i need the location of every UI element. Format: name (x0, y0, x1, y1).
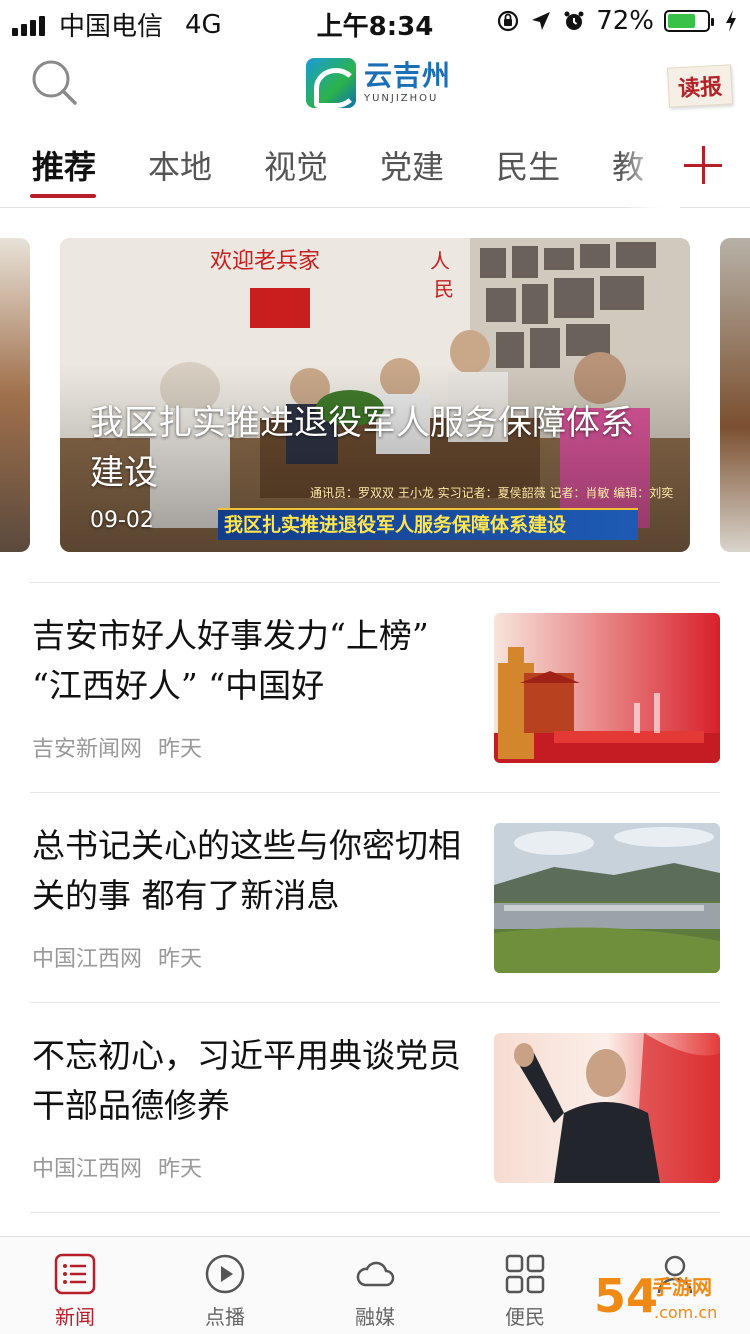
app-header: 云吉州 YUNJIZHOU 读报 (0, 44, 750, 128)
tab-local[interactable]: 本地 (122, 132, 238, 198)
tab-party-building[interactable]: 党建 (354, 132, 470, 198)
news-title: 总书记关心的这些与你密切相关的事 都有了新消息 (32, 826, 461, 915)
tab-list: 推荐 本地 视觉 党建 民生 教 (30, 132, 670, 208)
news-thumbnail (494, 613, 720, 763)
tabbar-news[interactable]: 新闻 (0, 1237, 150, 1334)
svg-text:手游网: 手游网 (652, 1275, 712, 1299)
rotation-lock-icon (498, 10, 519, 32)
news-title: 不忘初心，习近平用典谈党员干部品德修养 (32, 1036, 461, 1125)
carousel-next-slide[interactable] (720, 238, 750, 552)
tabbar-label: 点播 (205, 1305, 245, 1329)
tabbar-media[interactable]: 融媒 (300, 1237, 450, 1334)
news-meta: 中国江西网 昨天 (32, 1151, 202, 1183)
news-time: 昨天 (158, 1157, 203, 1182)
read-newspaper-button[interactable]: 读报 (666, 64, 734, 108)
logo-icon (306, 58, 356, 108)
alarm-icon (564, 11, 584, 30)
tabbar-services[interactable]: 便民 (450, 1237, 600, 1334)
list-divider (30, 1212, 720, 1236)
news-item[interactable]: 吉安市好人好事发力“上榜” “江西好人” “中国好 吉安新闻网 昨天 (30, 582, 720, 792)
carousel-slide[interactable]: 欢迎老兵家 人 民 通讯员：罗双双 王小龙 实习记者：夏侯韶薇 记者：肖敏 编辑… (60, 238, 690, 552)
logo-subtitle: YUNJIZHOU (364, 93, 439, 104)
news-meta: 中国江西网 昨天 (32, 941, 202, 973)
category-tabs: 推荐 本地 视觉 党建 民生 教 (0, 132, 750, 208)
status-right: 72% (496, 6, 738, 36)
app-logo: 云吉州 YUNJIZHOU (306, 58, 451, 108)
news-source: 中国江西网 (32, 947, 143, 972)
news-item[interactable]: 总书记关心的这些与你密切相关的事 都有了新消息 中国江西网 昨天 (30, 792, 720, 1002)
tabbar-label: 新闻 (55, 1305, 95, 1329)
svg-text:54: 54 (594, 1269, 658, 1323)
news-meta: 吉安新闻网 昨天 (32, 731, 202, 763)
news-thumbnail (494, 1033, 720, 1183)
tab-recommend[interactable]: 推荐 (30, 132, 122, 198)
status-bar: 中国电信 4G 上午8:34 72% (0, 0, 750, 42)
charging-icon (726, 10, 736, 32)
news-title: 吉安市好人好事发力“上榜” “江西好人” “中国好 (32, 616, 429, 705)
search-icon (32, 60, 77, 105)
tab-visual[interactable]: 视觉 (238, 132, 354, 198)
tabbar-label: 融媒 (355, 1305, 395, 1329)
tv-caption-text: 我区扎实推进退役军人服务保障体系建设 (224, 514, 567, 536)
slide-date: 09-02 (90, 508, 154, 533)
tab-fade (620, 132, 680, 208)
news-list-icon (54, 1253, 96, 1295)
tab-livelihood[interactable]: 民生 (470, 132, 586, 198)
add-channel-icon[interactable] (684, 142, 724, 188)
tabbar-video-on-demand[interactable]: 点播 (150, 1237, 300, 1334)
tabbar-label: 便民 (505, 1305, 545, 1329)
news-thumbnail (494, 823, 720, 973)
location-icon (532, 12, 551, 30)
news-time: 昨天 (158, 737, 203, 762)
site-watermark: 54 手游网 .com.cn (594, 1269, 717, 1323)
slide-title: 我区扎实推进退役军人服务保障体系建设 (90, 403, 634, 493)
news-source: 吉安新闻网 (32, 737, 143, 762)
logo-name: 云吉州 (364, 59, 452, 92)
grid-icon (505, 1254, 545, 1294)
battery-percent: 72% (596, 6, 654, 36)
slide-overlay (60, 238, 690, 552)
carousel-prev-slide[interactable] (0, 238, 30, 552)
battery-icon (664, 10, 714, 32)
cloud-icon (356, 1261, 395, 1287)
news-item[interactable]: 不忘初心，习近平用典谈党员干部品德修养 中国江西网 昨天 (30, 1002, 720, 1212)
search-button[interactable] (30, 58, 80, 108)
news-time: 昨天 (158, 947, 203, 972)
play-icon (205, 1254, 245, 1294)
headline-carousel[interactable]: 欢迎老兵家 人 民 通讯员：罗双双 王小龙 实习记者：夏侯韶薇 记者：肖敏 编辑… (0, 238, 750, 554)
news-source: 中国江西网 (32, 1157, 143, 1182)
svg-text:.com.cn: .com.cn (654, 1303, 717, 1322)
